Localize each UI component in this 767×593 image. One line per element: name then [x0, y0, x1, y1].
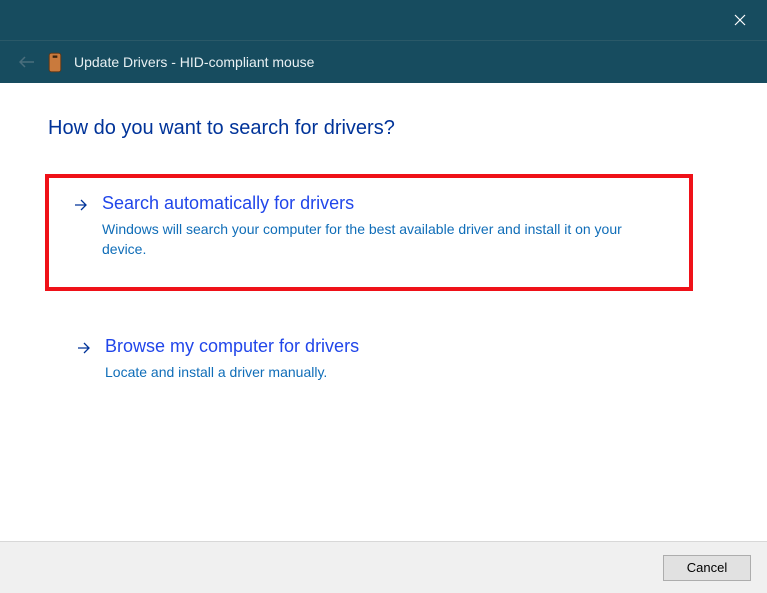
- back-button[interactable]: [18, 53, 36, 71]
- close-icon: [734, 14, 746, 26]
- back-arrow-icon: [19, 56, 35, 68]
- close-button[interactable]: [717, 4, 763, 36]
- option-description: Windows will search your computer for th…: [102, 220, 668, 259]
- option-browse-computer[interactable]: Browse my computer for drivers Locate an…: [48, 317, 723, 404]
- nav-row: Update Drivers - HID-compliant mouse: [0, 41, 767, 83]
- option-search-auto[interactable]: Search automatically for drivers Windows…: [45, 174, 693, 291]
- page-heading: How do you want to search for drivers?: [48, 117, 723, 140]
- titlebar: [0, 0, 767, 40]
- option-title: Browse my computer for drivers: [105, 336, 698, 357]
- nav-title: Update Drivers - HID-compliant mouse: [74, 54, 314, 70]
- device-icon: [48, 53, 62, 71]
- arrow-right-icon: [77, 341, 91, 359]
- content-area: How do you want to search for drivers? S…: [0, 83, 767, 404]
- cancel-button[interactable]: Cancel: [663, 555, 751, 581]
- footer-bar: Cancel: [0, 541, 767, 593]
- option-title: Search automatically for drivers: [102, 193, 668, 214]
- option-description: Locate and install a driver manually.: [105, 363, 698, 383]
- arrow-right-icon: [74, 198, 88, 216]
